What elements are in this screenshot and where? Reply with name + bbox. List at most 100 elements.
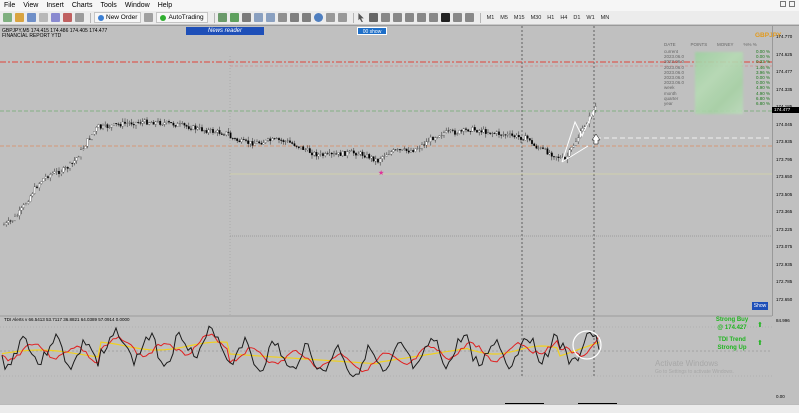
candle-body [498,131,500,135]
price-chart[interactable]: ★ [0,26,772,404]
autoscroll-icon[interactable] [289,13,299,22]
menu-view[interactable]: View [23,2,38,9]
periods-icon[interactable] [325,13,335,22]
tester-icon[interactable] [75,13,84,22]
stats-header: DATE POINTS MONEY %% % [664,42,770,47]
timeframe-mn[interactable]: MN [601,15,610,21]
candle-body [476,130,478,133]
candle-body [570,147,573,151]
bar-chart-icon[interactable] [217,13,227,22]
candle-body [357,154,360,156]
menu-tools[interactable]: Tools [100,2,116,9]
candle-body [526,135,529,139]
candlesticks-icon[interactable] [229,13,239,22]
timeframe-m1[interactable]: M1 [487,15,495,21]
candle-body [410,150,412,153]
market-watch-icon[interactable] [27,13,36,22]
candle-body [80,149,82,157]
candle-body [462,128,465,132]
candle-body [214,132,217,134]
candle-body [3,224,5,226]
metaeditor-icon[interactable] [144,13,154,22]
label-icon[interactable] [452,13,462,22]
candle-body [359,151,362,155]
data-window-icon[interactable] [39,13,48,22]
zoom-in-icon[interactable] [253,13,263,22]
candle-body [146,119,148,125]
cursor-icon[interactable] [358,13,364,22]
candle-body [198,127,201,129]
menu-file[interactable]: File [4,2,15,9]
candle-body [324,153,327,156]
candle-body [174,125,177,127]
candle-body [493,133,496,134]
text-icon[interactable] [440,13,450,22]
indicator-title: TDI Alerts v 66.5413 53.7117 36.8821 64.… [4,317,130,322]
menu-charts[interactable]: Charts [72,2,93,9]
tile-windows-icon[interactable] [277,13,287,22]
horizontal-line-icon[interactable] [392,13,402,22]
templates-icon[interactable] [337,13,347,22]
candle-body [157,120,159,122]
zoom-out-icon[interactable] [265,13,275,22]
timeframe-d1[interactable]: D1 [573,15,580,21]
price-tick-label: 174.770 [776,34,793,39]
candle-body [247,140,250,144]
chart-shift-icon[interactable] [301,13,311,22]
line-chart-icon[interactable] [241,13,251,22]
candle-body [234,138,236,140]
candle-body [249,141,252,144]
timeframe-m30[interactable]: M30 [531,15,542,21]
candle-body [425,141,428,146]
navigator-icon[interactable] [51,13,60,22]
current-price-label: 174.477 [772,107,799,113]
candle-body [414,148,417,152]
candle-body [317,154,320,157]
arrows-icon[interactable] [464,13,474,22]
candle-body [201,127,203,132]
separator [352,12,354,23]
indicators-icon[interactable] [313,13,323,22]
menu-window[interactable]: Window [125,2,150,9]
timeframe-m15[interactable]: M15 [514,15,525,21]
autotrading-button[interactable]: AutoTrading [156,12,208,23]
candle-body [487,132,489,134]
new-chart-icon[interactable] [3,13,12,22]
menu-help[interactable]: Help [158,2,172,9]
price-tick-label: 173.075 [776,244,793,249]
candle-body [93,131,96,135]
crosshair-icon[interactable] [368,13,378,22]
candle-body [544,148,547,150]
trendline-icon[interactable] [404,13,414,22]
profiles-icon[interactable] [15,13,24,22]
timeframe-h1[interactable]: H1 [547,15,554,21]
restore-icon[interactable] [789,1,795,7]
candle-body [326,153,329,155]
terminal-icon[interactable] [63,13,72,22]
show-button[interactable]: Show [752,302,768,310]
stats-header-money: MONEY [717,42,734,47]
channel-icon[interactable] [416,13,426,22]
vertical-line-icon[interactable] [380,13,390,22]
price-tick-label: 173.650 [776,174,793,179]
menu-insert[interactable]: Insert [46,2,64,9]
candle-body [568,149,571,157]
timeframe-h4[interactable]: H4 [560,15,567,21]
candle-body [594,106,597,111]
menu-bar: File View Insert Charts Tools Window Hel… [0,0,799,11]
timeframe-m5[interactable]: M5 [500,15,508,21]
candle-body [75,157,78,161]
minimize-icon[interactable] [780,1,786,7]
candle-body [119,124,122,127]
timeframe-w1[interactable]: W1 [586,15,594,21]
candle-body [225,131,228,136]
fibonacci-icon[interactable] [428,13,438,22]
candle-body [154,121,157,125]
price-tick-label: 174.625 [776,51,793,57]
candle-body [95,127,98,132]
chart-window[interactable]: GBPJPY,M5 174.415 174.486 174.405 174.47… [0,25,799,410]
new-order-button[interactable]: New Order [94,12,142,23]
price-axis[interactable]: 174.770174.625174.477174.335174.185174.0… [772,26,799,316]
candle-body [469,131,472,132]
candle-body [240,139,243,143]
